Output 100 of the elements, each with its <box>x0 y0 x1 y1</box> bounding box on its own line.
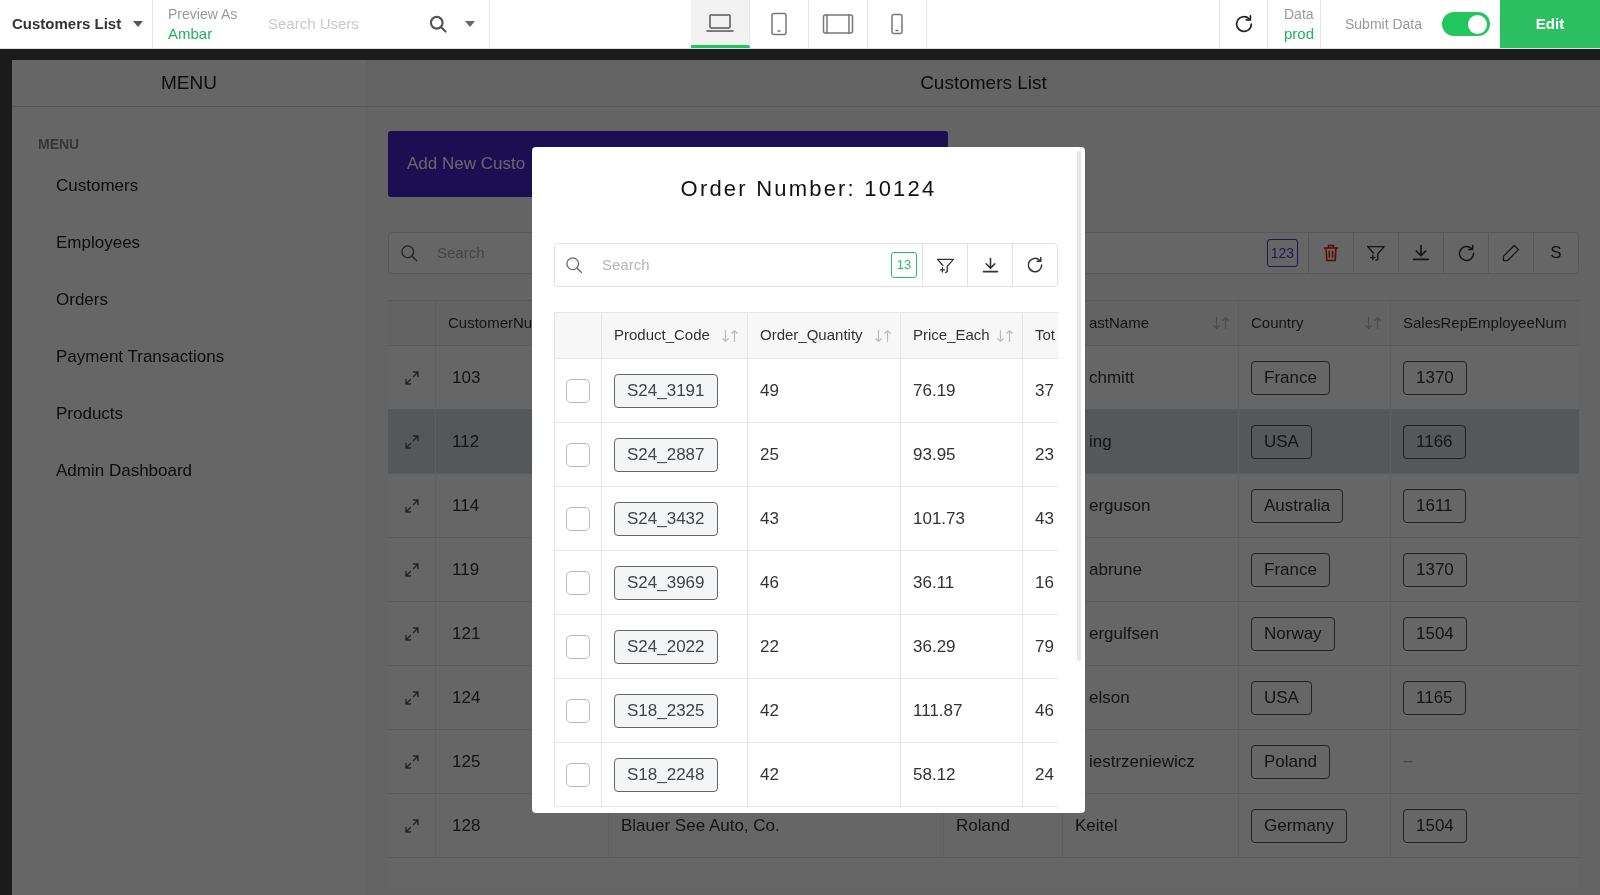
table-cell-text: 23 <box>1035 443 1054 466</box>
sales-rep-tag: 1611 <box>1403 488 1466 523</box>
row-checkbox[interactable] <box>566 378 590 403</box>
menu-item[interactable]: Customers <box>56 157 139 214</box>
column-header: Order_Quantity <box>760 325 863 346</box>
table-cell-text: 121 <box>452 622 481 645</box>
row-checkbox[interactable] <box>566 442 590 467</box>
table-cell-text: 125 <box>452 750 481 773</box>
table-cell-text: 43 <box>760 507 779 530</box>
column-header: Price_Each <box>913 325 990 346</box>
table-cell-text: 119 <box>452 558 480 581</box>
table-cell-text: 76.19 <box>913 379 956 402</box>
table-cell-text: 124 <box>452 686 481 709</box>
table-cell-text: iestrzeniewicz <box>1089 750 1195 773</box>
search-icon <box>399 243 419 263</box>
menu-item[interactable]: Employees <box>56 214 141 271</box>
expand-icon <box>402 560 421 579</box>
menu-item[interactable]: Orders <box>56 271 108 328</box>
sales-rep-tag: 1166 <box>1403 424 1466 459</box>
laptop-icon <box>706 11 734 34</box>
country-tag: USA <box>1251 424 1312 459</box>
row-checkbox[interactable] <box>566 634 590 659</box>
column-header: SalesRepEmployeeNum <box>1403 312 1567 333</box>
table-cell-text: 58.12 <box>913 763 956 786</box>
product-code-tag: S24_2887 <box>614 437 718 472</box>
table-cell-text: 16 <box>1035 571 1054 594</box>
table-cell-text: 114 <box>452 494 480 517</box>
page-select[interactable]: Customers List <box>0 0 153 48</box>
expand-icon <box>402 752 421 771</box>
sidebar-header: MENU <box>161 70 217 95</box>
search-icon <box>564 255 584 275</box>
caret-icon <box>133 21 144 27</box>
row-checkbox[interactable] <box>566 762 590 787</box>
product-code-tag: S24_3969 <box>614 565 718 600</box>
expand-icon <box>402 432 421 451</box>
table-cell-text: 112 <box>452 430 480 453</box>
column-header: Country <box>1251 312 1304 333</box>
table-cell-text: 42 <box>760 699 779 722</box>
table-cell-text: 101.73 <box>913 507 965 530</box>
table-cell-text: 46 <box>1035 699 1054 722</box>
search-field[interactable]: Search <box>602 253 852 277</box>
product-code-tag: S24_2022 <box>614 629 718 664</box>
menu-item[interactable]: Products <box>56 385 124 442</box>
column-header: astName <box>1089 312 1150 333</box>
table-cell-text: chmitt <box>1089 366 1135 389</box>
expand-icon <box>402 496 421 515</box>
sales-rep-tag: 1370 <box>1403 552 1467 587</box>
table-cell-text: 128 <box>452 814 481 837</box>
page-title: Customers List <box>920 70 1047 95</box>
table-cell-text: 36.29 <box>913 635 956 658</box>
count-badge: 13 <box>891 252 917 278</box>
country-tag: Norway <box>1251 616 1335 651</box>
country-tag: France <box>1251 360 1330 395</box>
row-checkbox[interactable] <box>566 698 590 723</box>
dialog-title: Order Number: 10124 <box>680 175 937 203</box>
sales-rep-tag: 1165 <box>1403 680 1466 715</box>
row-checkbox[interactable] <box>566 506 590 531</box>
country-tag: Germany <box>1251 808 1347 843</box>
menu-item[interactable]: Payment Transactions <box>56 328 225 385</box>
table-cell-text: 49 <box>760 379 779 402</box>
edit-button[interactable]: Edit <box>1500 0 1600 48</box>
country-tag: USA <box>1251 680 1312 715</box>
row-checkbox[interactable] <box>566 570 590 595</box>
table-cell-text: 22 <box>760 635 779 658</box>
sales-rep-tag: 1504 <box>1403 616 1467 651</box>
product-code-tag: S18_2325 <box>614 693 718 728</box>
table-cell-text: 37 <box>1035 379 1054 402</box>
country-tag: Poland <box>1251 744 1330 779</box>
expand-icon <box>402 688 421 707</box>
table-cell-text: erguson <box>1089 494 1151 517</box>
table-cell-text: 36.11 <box>913 571 955 594</box>
table-cell-text: 93.95 <box>913 443 956 466</box>
table-cell-text: 25 <box>760 443 779 466</box>
submit-data-toggle[interactable] <box>1442 12 1491 36</box>
product-code-tag: S24_3432 <box>614 501 718 536</box>
column-header: CustomerNu <box>448 312 533 333</box>
pencil-icon <box>1501 243 1521 263</box>
table-cell-text: abrune <box>1089 558 1142 581</box>
table-cell-text: 111.87 <box>913 699 963 722</box>
tablet-landscape-icon <box>822 13 854 35</box>
column-header: Product_Code <box>614 325 710 346</box>
table-cell-text: 43 <box>1035 507 1054 530</box>
search-icon <box>428 14 448 34</box>
s-button[interactable]: S <box>1533 233 1578 273</box>
data-env: prod <box>1284 24 1316 44</box>
table-cell-text: Keitel <box>1075 814 1118 837</box>
caret-icon <box>465 21 475 27</box>
table-cell-text: 103 <box>452 366 481 389</box>
device-tab[interactable] <box>691 0 750 48</box>
data-label: Data <box>1284 5 1315 24</box>
preview-user: Ambar <box>168 24 214 43</box>
count-badge: 123 <box>1266 239 1298 267</box>
menu-item[interactable]: Admin Dashboard <box>56 442 193 499</box>
tablet-icon <box>770 12 788 36</box>
trash-icon <box>1321 243 1341 263</box>
phone-icon <box>890 13 904 35</box>
table-cell-text: 46 <box>760 571 779 594</box>
column-header: Tot <box>1035 325 1055 346</box>
refresh-icon <box>1025 255 1045 275</box>
expand-icon <box>402 368 421 387</box>
